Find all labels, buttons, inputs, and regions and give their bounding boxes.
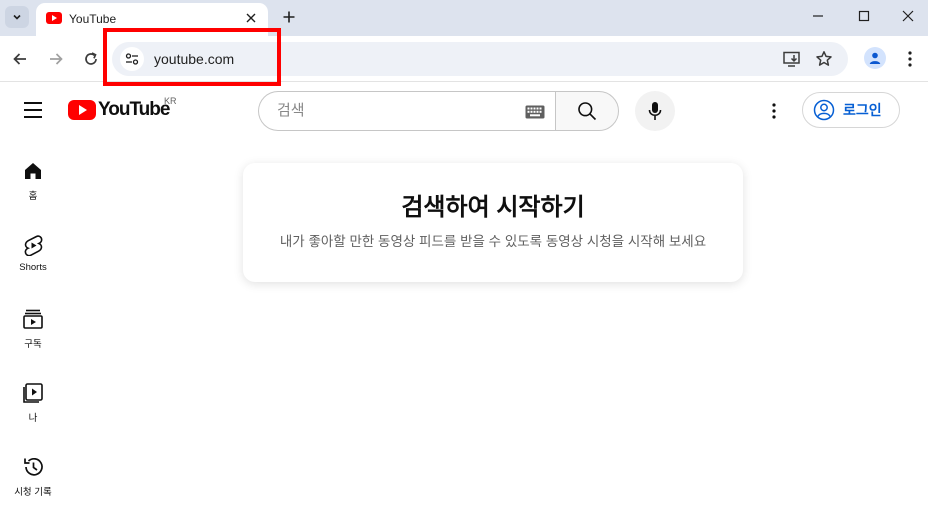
region-code: KR bbox=[164, 96, 177, 106]
bookmark-button[interactable] bbox=[814, 49, 834, 69]
tab-search-button[interactable] bbox=[5, 6, 29, 28]
signin-label: 로그인 bbox=[843, 102, 882, 118]
new-tab-button[interactable] bbox=[278, 6, 300, 28]
reload-button[interactable] bbox=[79, 47, 103, 71]
arrow-left-icon bbox=[13, 53, 26, 65]
install-app-button[interactable] bbox=[782, 49, 802, 69]
guide-menu-button[interactable] bbox=[20, 97, 46, 123]
settings-menu-button[interactable] bbox=[762, 99, 786, 123]
feed-nudge-card: 검색하여 시작하기 내가 좋아할 만한 동영상 피드를 받을 수 있도록 동영상… bbox=[243, 163, 743, 282]
close-window-button[interactable] bbox=[886, 0, 928, 32]
forward-button[interactable] bbox=[44, 47, 68, 71]
guide-item-you[interactable]: 나 bbox=[0, 372, 66, 432]
shorts-icon bbox=[24, 235, 43, 256]
subscriptions-icon bbox=[23, 309, 43, 329]
microphone-icon bbox=[648, 102, 662, 120]
guide-item-label: 구독 bbox=[24, 339, 42, 350]
person-icon bbox=[869, 52, 881, 64]
back-button[interactable] bbox=[8, 47, 32, 71]
voice-search-button[interactable] bbox=[635, 91, 675, 131]
guide-item-label: 홈 bbox=[28, 191, 38, 202]
youtube-logo[interactable]: YouTube bbox=[68, 98, 170, 122]
maximize-icon bbox=[858, 10, 870, 22]
search-box bbox=[258, 91, 556, 131]
arrow-right-icon bbox=[50, 53, 63, 65]
profile-button[interactable] bbox=[864, 47, 886, 69]
guide-item-history[interactable]: 시청 기록 bbox=[0, 446, 66, 506]
guide-item-label: 나 bbox=[28, 413, 38, 424]
maximize-window-button[interactable] bbox=[842, 0, 886, 32]
minimize-icon bbox=[813, 15, 823, 17]
close-icon bbox=[902, 10, 914, 22]
promo-body: 내가 좋아할 만한 동영상 피드를 받을 수 있도록 동영상 시청을 시작해 보… bbox=[279, 234, 707, 249]
search-button[interactable] bbox=[555, 91, 619, 131]
youtube-masthead: YouTube KR 로그인 bbox=[0, 83, 928, 139]
promo-title: 검색하여 시작하기 bbox=[401, 194, 585, 221]
search-input[interactable] bbox=[277, 102, 517, 119]
search-icon bbox=[578, 102, 597, 121]
youtube-favicon-icon bbox=[46, 12, 62, 24]
keyboard-icon[interactable] bbox=[525, 105, 545, 119]
plus-icon bbox=[283, 11, 295, 23]
star-icon bbox=[816, 51, 832, 66]
youtube-play-icon bbox=[68, 100, 96, 120]
history-icon bbox=[24, 458, 43, 476]
tab-title: YouTube bbox=[69, 12, 117, 26]
tab-close-button[interactable] bbox=[242, 9, 260, 27]
guide-item-label: Shorts bbox=[19, 262, 47, 273]
more-vert-icon bbox=[908, 51, 912, 67]
signin-button[interactable]: 로그인 bbox=[802, 92, 900, 128]
you-icon bbox=[23, 383, 43, 403]
install-app-icon bbox=[783, 51, 800, 67]
address-highlight-box bbox=[103, 28, 281, 86]
menu-icon bbox=[24, 102, 42, 104]
reload-icon bbox=[85, 52, 97, 65]
chevron-down-icon bbox=[13, 14, 21, 20]
close-icon bbox=[246, 13, 256, 23]
browser-menu-button[interactable] bbox=[900, 47, 920, 71]
guide-item-shorts[interactable]: Shorts bbox=[0, 224, 66, 284]
guide-item-home[interactable]: 홈 bbox=[0, 150, 66, 210]
minimize-window-button[interactable] bbox=[796, 0, 840, 32]
home-icon bbox=[25, 163, 41, 179]
guide-item-label: 시청 기록 bbox=[14, 487, 52, 498]
more-vert-icon bbox=[772, 103, 776, 119]
account-circle-icon bbox=[813, 99, 835, 121]
guide-item-subscriptions[interactable]: 구독 bbox=[0, 298, 66, 358]
logo-text: YouTube bbox=[98, 99, 170, 120]
